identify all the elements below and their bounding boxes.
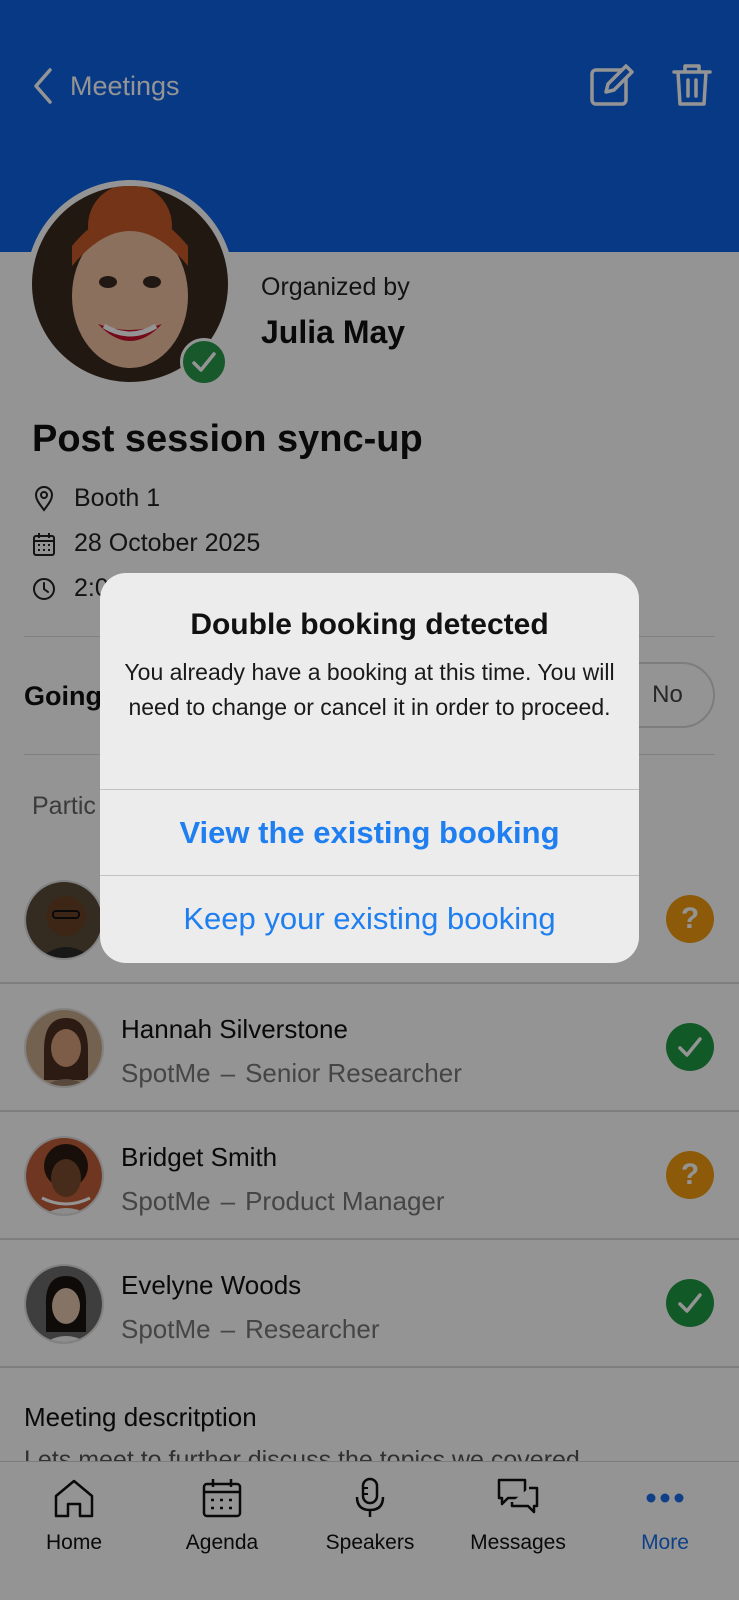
meeting-detail-screen: Meetings Organized by Julia May Post ses…: [0, 0, 739, 1600]
keep-existing-booking-button[interactable]: Keep your existing booking: [100, 876, 639, 962]
alert-title: Double booking detected: [190, 608, 549, 641]
alert-message: You already have a booking at this time.…: [124, 659, 615, 720]
view-existing-booking-button[interactable]: View the existing booking: [100, 790, 639, 876]
double-booking-alert: Double booking detected You already have…: [100, 573, 639, 963]
